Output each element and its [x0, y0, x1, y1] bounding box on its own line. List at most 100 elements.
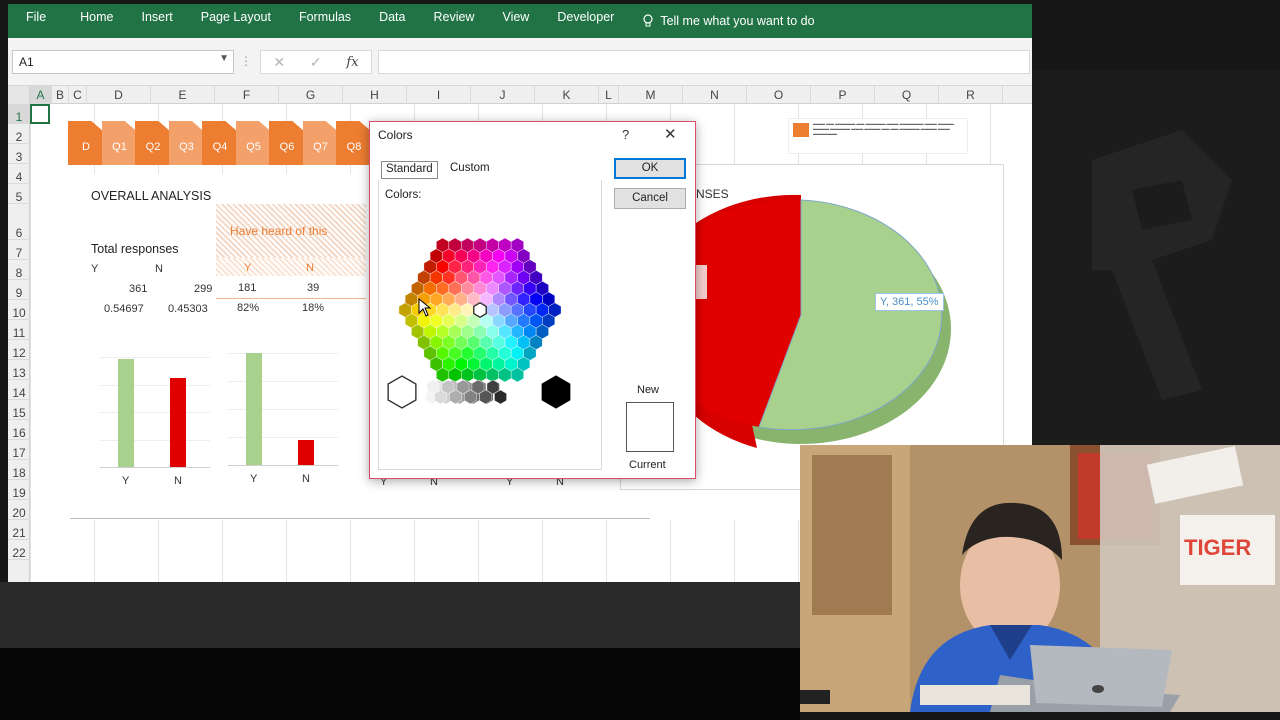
question-chevron-q7[interactable]: Q7	[302, 121, 339, 165]
row-header-22[interactable]: 22	[8, 540, 30, 560]
column-header-k[interactable]: K	[535, 86, 599, 104]
question-chart-axis	[228, 465, 338, 466]
column-header-b[interactable]: B	[52, 86, 69, 104]
background-logo-wall	[1032, 70, 1280, 450]
tab-insert[interactable]: Insert	[128, 4, 187, 38]
ok-button[interactable]: OK	[614, 158, 686, 179]
question-chart-gridline	[228, 381, 338, 382]
current-color-label: Current	[629, 459, 666, 471]
tell-me-box[interactable]: Tell me what you want to do	[628, 4, 815, 38]
column-header-d[interactable]: D	[87, 86, 151, 104]
insert-function-icon[interactable]: fx	[346, 55, 358, 70]
white-swatch[interactable]	[387, 375, 417, 409]
row-header-19[interactable]: 19	[8, 480, 30, 500]
ribbon-tabs: File Home Insert Page Layout Formulas Da…	[8, 4, 1032, 38]
black-swatch[interactable]	[541, 375, 571, 409]
confirm-entry-icon[interactable]: ✓	[310, 54, 322, 71]
tab-review[interactable]: Review	[419, 4, 488, 38]
column-header-l[interactable]: L	[599, 86, 619, 104]
question-chevron-q2[interactable]: Q2	[135, 121, 171, 165]
row-header-12[interactable]: 12	[8, 340, 30, 360]
tab-standard[interactable]: Standard	[381, 161, 438, 179]
row-header-11[interactable]: 11	[8, 320, 30, 340]
colors-dialog: Colors ? ✕ Standard Custom Colors: OK Ca…	[369, 121, 696, 479]
cancel-button[interactable]: Cancel	[614, 188, 686, 209]
row-header-10[interactable]: 10	[8, 300, 30, 320]
column-header-p[interactable]: P	[811, 86, 875, 104]
tab-custom[interactable]: Custom	[446, 161, 494, 179]
column-header-i[interactable]: I	[407, 86, 471, 104]
column-header-e[interactable]: E	[151, 86, 215, 104]
tab-formulas[interactable]: Formulas	[285, 4, 365, 38]
close-icon[interactable]: ✕	[664, 125, 677, 143]
row-header-6[interactable]: 6	[8, 204, 30, 240]
column-header-o[interactable]: O	[747, 86, 811, 104]
question-chart-gridline	[228, 437, 338, 438]
select-all-corner[interactable]	[8, 86, 30, 104]
mid-header-bg	[216, 258, 366, 276]
question-chevron-q6[interactable]: Q6	[269, 121, 305, 165]
question-chevron-q3[interactable]: Q3	[168, 121, 205, 165]
row-header-5[interactable]: 5	[8, 184, 30, 204]
row-header-3[interactable]: 3	[8, 144, 30, 164]
overall-chart-bar-n[interactable]	[170, 377, 186, 467]
tab-page-layout[interactable]: Page Layout	[187, 4, 285, 38]
row-header-21[interactable]: 21	[8, 520, 30, 540]
column-header-r[interactable]: R	[939, 86, 1003, 104]
row-header-4[interactable]: 4	[8, 164, 30, 184]
row-header-1[interactable]: 1	[8, 104, 30, 124]
overall-chart-axis	[100, 467, 210, 468]
column-header-c[interactable]: C	[69, 86, 87, 104]
column-header-n[interactable]: N	[683, 86, 747, 104]
column-header-h[interactable]: H	[343, 86, 407, 104]
column-header-q[interactable]: Q	[875, 86, 939, 104]
overall-analysis-title: OVERALL ANALYSIS	[91, 189, 212, 203]
formula-input[interactable]	[378, 50, 1030, 74]
question-chart-bar-y[interactable]	[246, 353, 262, 465]
cancel-entry-icon[interactable]: ✕	[273, 54, 285, 71]
row-header-9[interactable]: 9	[8, 280, 30, 300]
question-chart-bar-n[interactable]	[298, 440, 314, 465]
row-header-17[interactable]: 17	[8, 440, 30, 460]
pie-data-label[interactable]: Y, 361, 55%	[875, 293, 944, 311]
name-box[interactable]: A1 ▼	[12, 50, 234, 74]
tab-developer[interactable]: Developer	[543, 4, 628, 38]
tell-me-text: Tell me what you want to do	[660, 14, 815, 28]
chevron-down-icon[interactable]: ▼	[219, 53, 229, 64]
row-header-18[interactable]: 18	[8, 460, 30, 480]
question-chevron-d[interactable]: D	[68, 121, 104, 165]
mid-header-y: Y	[244, 262, 252, 274]
row-header-7[interactable]: 7	[8, 240, 30, 260]
row-header-8[interactable]: 8	[8, 260, 30, 280]
tab-view[interactable]: View	[488, 4, 543, 38]
tab-home[interactable]: Home	[66, 4, 127, 38]
new-color-label: New	[637, 384, 660, 396]
formula-bar-grip-icon: ⋮	[240, 54, 252, 68]
question-text: Have heard of this	[230, 224, 328, 238]
dialog-title: Colors	[378, 128, 413, 142]
row-header-14[interactable]: 14	[8, 380, 30, 400]
column-header-m[interactable]: M	[619, 86, 683, 104]
column-header-a[interactable]: A	[30, 86, 52, 104]
tab-data[interactable]: Data	[365, 4, 419, 38]
row-header-13[interactable]: 13	[8, 360, 30, 380]
row-header-2[interactable]: 2	[8, 124, 30, 144]
question-chevron-q1[interactable]: Q1	[101, 121, 138, 165]
column-header-j[interactable]: J	[471, 86, 535, 104]
grayscale-swatches[interactable]	[382, 372, 582, 416]
help-icon[interactable]: ?	[622, 127, 629, 142]
left-header-n: N	[155, 263, 163, 275]
row-header-15[interactable]: 15	[8, 400, 30, 420]
column-header-f[interactable]: F	[215, 86, 279, 104]
tab-file[interactable]: File	[8, 4, 66, 38]
question-chevron-q4[interactable]: Q4	[202, 121, 238, 165]
question-chart-gridline	[228, 409, 338, 410]
overall-chart-bar-y[interactable]	[118, 359, 134, 467]
row-header-16[interactable]: 16	[8, 420, 30, 440]
color-preview-swatch	[626, 402, 674, 452]
question-chevron-q5[interactable]: Q5	[235, 121, 272, 165]
row-header-20[interactable]: 20	[8, 500, 30, 520]
column-header-g[interactable]: G	[279, 86, 343, 104]
active-cell[interactable]	[30, 104, 50, 124]
question-chevron-q8[interactable]: Q8	[336, 121, 372, 165]
